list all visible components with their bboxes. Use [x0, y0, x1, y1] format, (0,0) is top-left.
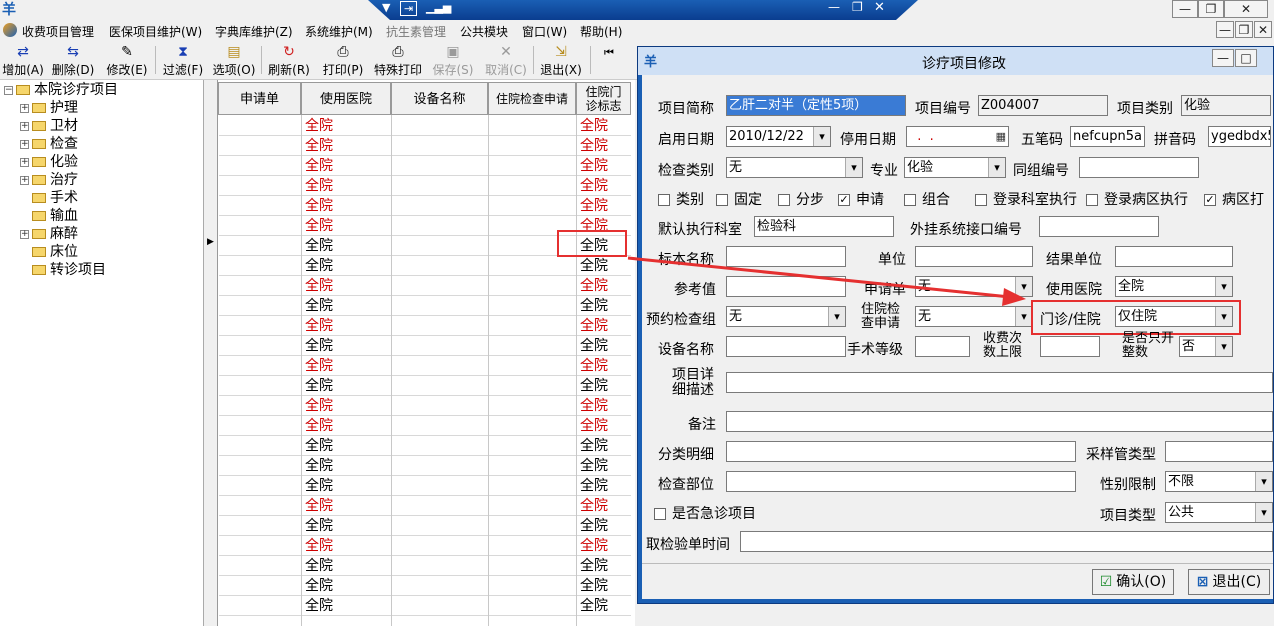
app-window: 羊 ▼ ⇥ ▁▃▅ 18.1.2.36 — ❐ ✕ — ❐ ✕ 收费项目管理 医…	[0, 0, 1274, 626]
annotation-arrow	[627, 256, 1026, 306]
